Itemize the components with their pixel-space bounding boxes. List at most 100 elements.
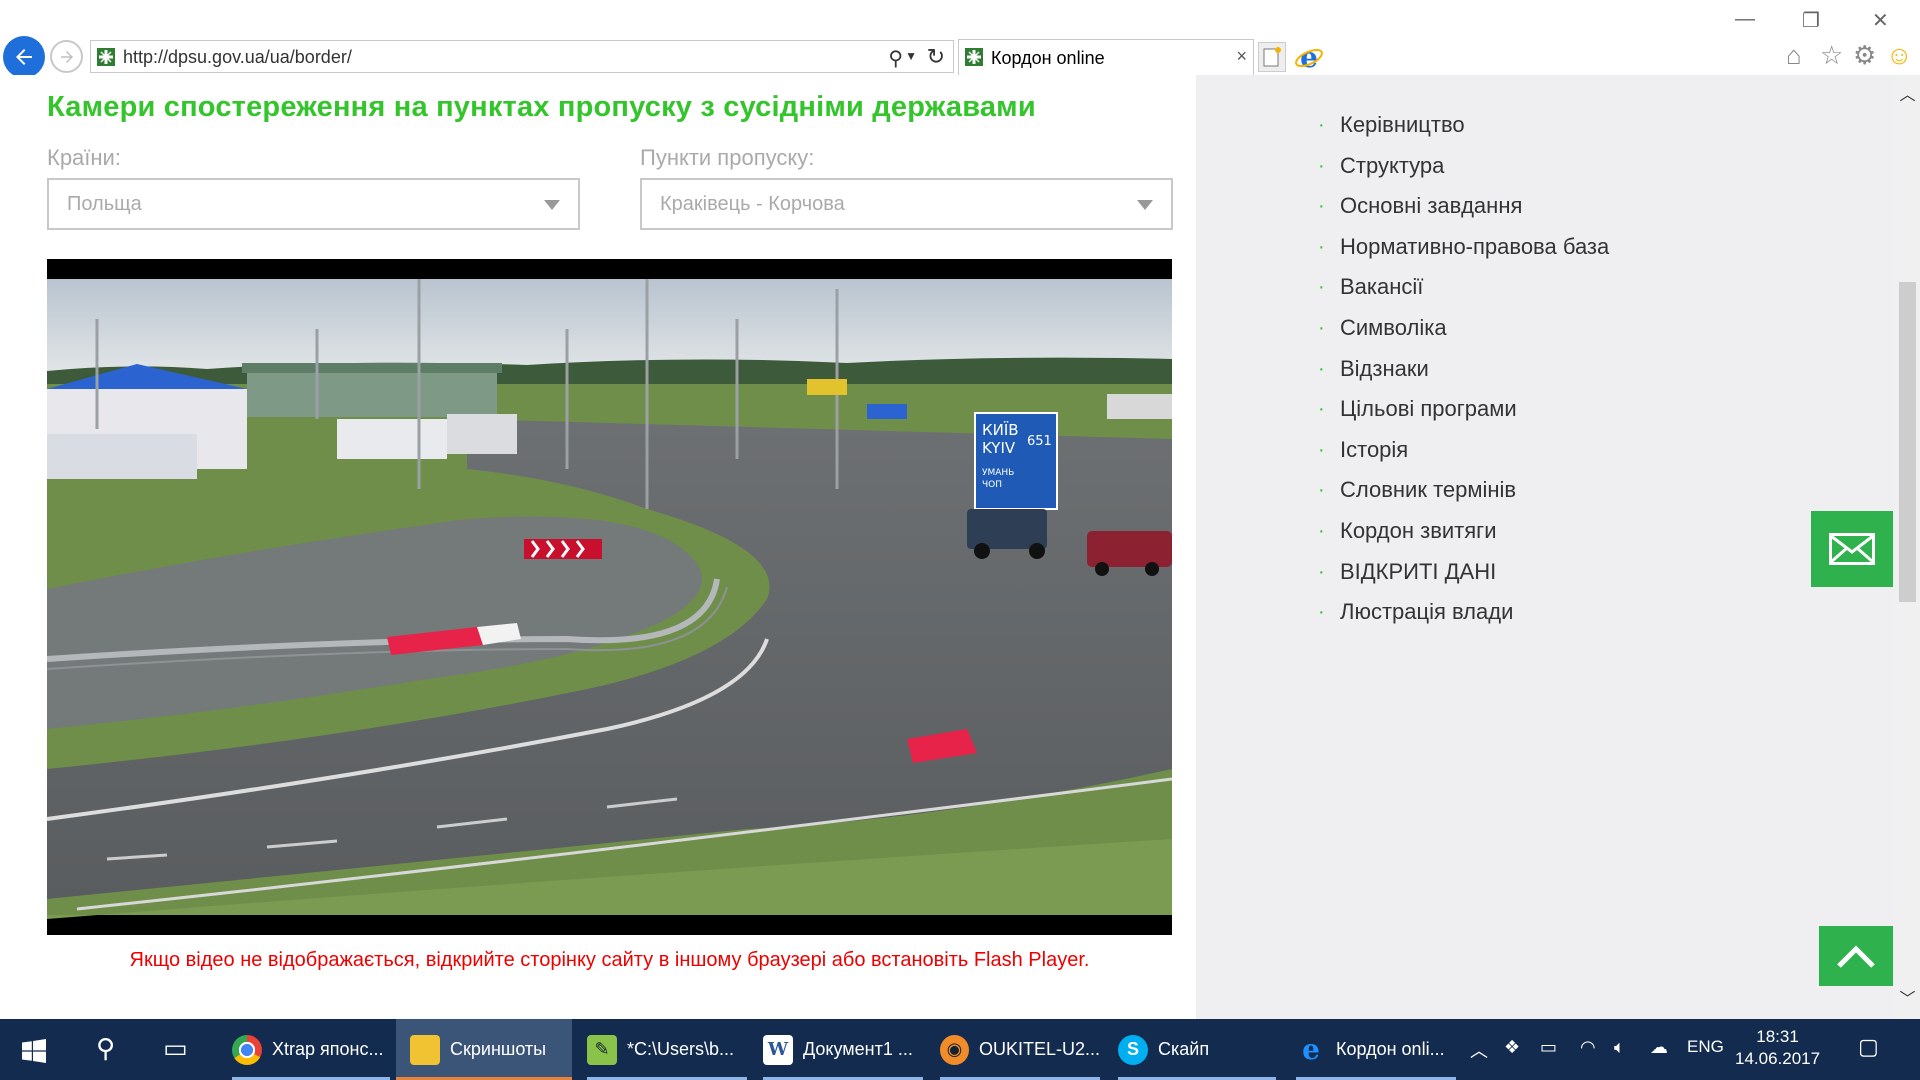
bullet-icon: ·	[1318, 601, 1325, 624]
svg-text:e: e	[1300, 42, 1318, 72]
search-icon[interactable]: ⚲	[888, 46, 903, 71]
sidebar-item-label[interactable]: Відзнаки	[1340, 356, 1429, 381]
checkpoints-select-value: Краківець - Корчова	[660, 193, 845, 215]
scroll-down-arrow-icon[interactable]: ﹀	[1899, 985, 1916, 1009]
sidebar-item-glossary[interactable]: · Словник термінів	[1318, 470, 1609, 511]
arrow-right-icon	[60, 50, 73, 63]
url-text[interactable]: http://dpsu.gov.ua/ua/border/	[123, 47, 352, 68]
taskbar-item-label: Скриншоты	[450, 1039, 547, 1059]
chevron-up-icon	[1837, 945, 1875, 968]
close-icon[interactable]: ✕	[1872, 8, 1889, 33]
sidebar-item-structure[interactable]: · Структура	[1318, 146, 1609, 187]
app-icon: ◉	[940, 1034, 969, 1065]
sidebar-item-vacancies[interactable]: · Вакансії	[1318, 267, 1609, 308]
taskbar-app-skype[interactable]: S Скайп	[1118, 1019, 1276, 1080]
sidebar-item-symbols[interactable]: · Символіка	[1318, 308, 1609, 349]
smiley-feedback-icon[interactable]: ☺	[1886, 40, 1913, 71]
screen: http://dpsu.gov.ua/ua/border/ ⚲ ▼ ↻ Корд…	[0, 0, 1920, 1080]
forward-button[interactable]	[50, 40, 83, 73]
sidebar-item-legal-base[interactable]: · Нормативно-правова база	[1318, 227, 1609, 268]
chevron-down-icon	[1137, 200, 1153, 210]
sign-bottom-text: KYIV	[982, 439, 1016, 457]
taskbar-app-explorer[interactable]: Скриншоты	[396, 1019, 572, 1080]
sidebar-item-main-tasks[interactable]: · Основні завдання	[1318, 186, 1609, 227]
sidebar-item-label[interactable]: Кордон звитяги	[1340, 518, 1496, 543]
page-scrollbar[interactable]: ︿ ﹀	[1895, 75, 1920, 1019]
clock-time: 18:31	[1756, 1027, 1799, 1046]
sidebar-item-awards[interactable]: · Відзнаки	[1318, 349, 1609, 390]
chevron-down-icon[interactable]: ▼	[905, 49, 917, 63]
address-bar[interactable]: http://dpsu.gov.ua/ua/border/ ⚲ ▼ ↻	[90, 40, 954, 73]
sidebar: · Керівництво · Структура · Основні завданн…	[1196, 75, 1895, 1019]
countries-select[interactable]: Польща	[47, 178, 580, 230]
folder-icon	[410, 1034, 440, 1065]
sidebar-item-label[interactable]: Структура	[1340, 153, 1444, 178]
sidebar-item-border-valor[interactable]: · Кордон звитяги	[1318, 511, 1609, 552]
sidebar-item-label[interactable]: Керівництво	[1340, 112, 1465, 137]
bullet-icon: ·	[1318, 195, 1325, 218]
taskbar-app-ie[interactable]: e Кордон onli...	[1296, 1019, 1456, 1080]
sign-sub1-text: УМАНЬ	[982, 468, 1014, 478]
cloud-icon[interactable]: ☁	[1650, 1037, 1668, 1058]
sidebar-item-label[interactable]: Символіка	[1340, 315, 1447, 340]
chevron-down-icon	[544, 200, 560, 210]
battery-icon[interactable]: ▭	[1540, 1037, 1557, 1058]
camera-video-player[interactable]: КИЇВ KYIV 651 УМАНЬ ЧОП	[47, 259, 1172, 935]
sidebar-item-label[interactable]: Цільові програми	[1340, 396, 1517, 421]
dropbox-icon[interactable]: ❖	[1504, 1037, 1520, 1058]
favorites-star-icon[interactable]: ☆	[1820, 40, 1843, 71]
sidebar-item-lustration[interactable]: · Люстрація влади	[1318, 592, 1609, 633]
bullet-icon: ·	[1318, 114, 1325, 136]
refresh-icon[interactable]: ↻	[927, 44, 945, 70]
sidebar-item-label[interactable]: ВІДКРИТІ ДАНІ	[1340, 559, 1496, 584]
clock-date: 14.06.2017	[1735, 1049, 1821, 1068]
sign-sub2-text: ЧОП	[982, 480, 1002, 490]
action-center-icon[interactable]: ▢	[1858, 1034, 1879, 1060]
contact-mail-button[interactable]	[1811, 511, 1893, 587]
scroll-to-top-button[interactable]	[1819, 926, 1893, 986]
sidebar-item-label[interactable]: Основні завдання	[1340, 193, 1522, 218]
search-icon[interactable]: ⚲	[96, 1033, 115, 1064]
envelope-icon	[1829, 533, 1875, 565]
gear-icon[interactable]: ⚙	[1853, 40, 1876, 71]
bullet-icon: ·	[1318, 398, 1325, 421]
camera-frame: КИЇВ KYIV 651 УМАНЬ ЧОП	[47, 259, 1172, 935]
system-clock[interactable]: 18:31 14.06.2017	[1735, 1026, 1820, 1070]
checkpoints-label: Пункти пропуску:	[640, 145, 815, 170]
sidebar-item-label[interactable]: Словник термінів	[1340, 477, 1516, 502]
browser-tab[interactable]: Кордон online ×	[958, 39, 1254, 75]
taskbar-app-notepad[interactable]: ✎ *C:\Users\b...	[587, 1019, 747, 1080]
back-button[interactable]	[3, 36, 45, 78]
sidebar-item-label[interactable]: Вакансії	[1340, 274, 1423, 299]
bullet-icon: ·	[1318, 276, 1325, 299]
sidebar-item-leadership[interactable]: · Керівництво	[1318, 105, 1609, 146]
tab-favicon-icon	[965, 48, 983, 66]
windows-start-icon[interactable]	[22, 1039, 46, 1063]
sidebar-item-label[interactable]: Люстрація влади	[1340, 599, 1513, 624]
countries-label: Країни:	[47, 145, 121, 170]
ie-icon: e	[1302, 1033, 1320, 1066]
volume-icon[interactable]: 🔈︎	[1614, 1037, 1625, 1058]
taskbar-app-oukitel[interactable]: ◉ OUKITEL-U2...	[940, 1019, 1100, 1080]
wifi-icon[interactable]: ◠	[1580, 1037, 1596, 1058]
sidebar-item-label[interactable]: Історія	[1340, 437, 1408, 462]
input-language[interactable]: ENG	[1687, 1037, 1724, 1057]
sidebar-item-target-programs[interactable]: · Цільові програми	[1318, 389, 1609, 430]
new-tab-button[interactable]	[1258, 42, 1286, 72]
restore-icon[interactable]: ❐	[1802, 8, 1820, 33]
scroll-up-arrow-icon[interactable]: ︿	[1899, 81, 1916, 105]
show-hidden-icons-chevron-icon[interactable]: ︿	[1470, 1037, 1488, 1063]
taskbar-app-chrome[interactable]: Xtrap японс...	[232, 1019, 390, 1080]
taskbar-app-word[interactable]: W Документ1 ...	[763, 1019, 923, 1080]
home-icon[interactable]: ⌂	[1786, 40, 1802, 71]
windows-taskbar: ⚲ ▭ Xtrap японс... Скриншоты ✎ *C:\Users…	[0, 1019, 1920, 1080]
task-view-icon[interactable]: ▭	[163, 1033, 188, 1064]
scrollbar-thumb[interactable]	[1899, 282, 1916, 602]
tab-close-icon[interactable]: ×	[1236, 46, 1247, 67]
sidebar-item-history[interactable]: · Історія	[1318, 430, 1609, 471]
ie-icon[interactable]: e	[1292, 40, 1326, 74]
minimize-icon[interactable]: —	[1735, 8, 1755, 31]
sidebar-item-label[interactable]: Нормативно-правова база	[1340, 234, 1609, 259]
checkpoints-select[interactable]: Краківець - Корчова	[640, 178, 1173, 230]
sidebar-item-open-data[interactable]: · ВІДКРИТІ ДАНІ	[1318, 552, 1609, 593]
